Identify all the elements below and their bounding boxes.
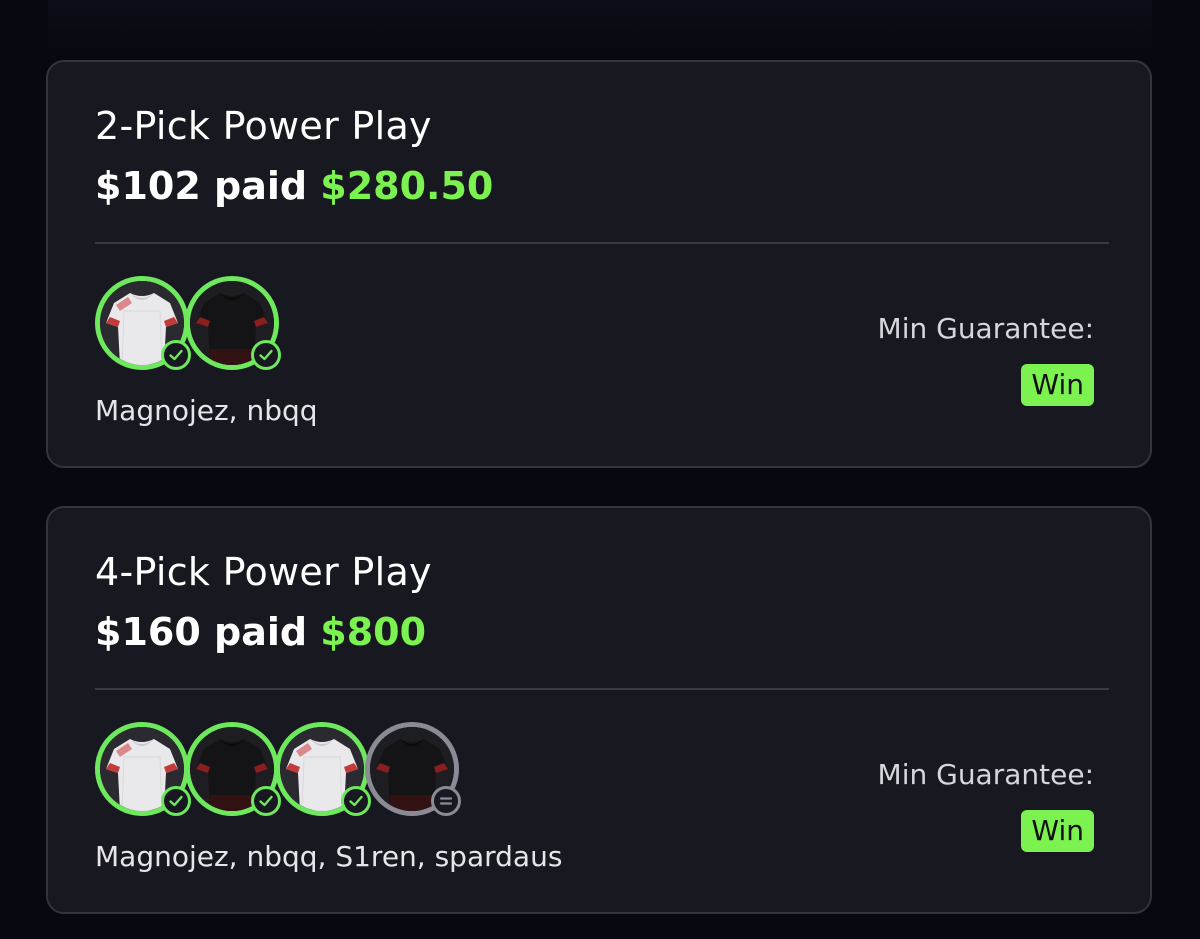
pick-avatars: [95, 722, 495, 822]
payout-amount: $280.50: [320, 164, 494, 208]
entry-amounts: $102 paid $280.50: [95, 164, 493, 208]
entry-title: 4-Pick Power Play: [95, 550, 432, 594]
entry-amounts: $160 paid $800: [95, 610, 426, 654]
equals-circle-icon: [431, 786, 461, 816]
win-badge: Win: [1021, 364, 1094, 406]
min-guarantee-label: Min Guarantee:: [877, 758, 1094, 791]
check-circle-icon: [161, 340, 191, 370]
pick-avatars: [95, 276, 495, 376]
check-circle-icon: [341, 786, 371, 816]
divider: [95, 242, 1109, 244]
win-badge: Win: [1021, 810, 1094, 852]
entry-card[interactable]: 4-Pick Power Play $160 paid $800 Magnoje…: [46, 506, 1152, 914]
entry-card[interactable]: 2-Pick Power Play $102 paid $280.50 Magn…: [46, 60, 1152, 468]
paid-amount: $102 paid: [95, 164, 308, 208]
player-names: Magnojez, nbqq: [95, 394, 318, 427]
top-fade: [48, 0, 1152, 56]
divider: [95, 688, 1109, 690]
check-circle-icon: [251, 340, 281, 370]
check-circle-icon: [161, 786, 191, 816]
check-circle-icon: [251, 786, 281, 816]
entries-page: 2-Pick Power Play $102 paid $280.50 Magn…: [0, 0, 1200, 939]
min-guarantee-label: Min Guarantee:: [877, 312, 1094, 345]
payout-amount: $800: [320, 610, 427, 654]
entry-title: 2-Pick Power Play: [95, 104, 432, 148]
paid-amount: $160 paid: [95, 610, 308, 654]
player-names: Magnojez, nbqq, S1ren, spardaus: [95, 840, 563, 873]
